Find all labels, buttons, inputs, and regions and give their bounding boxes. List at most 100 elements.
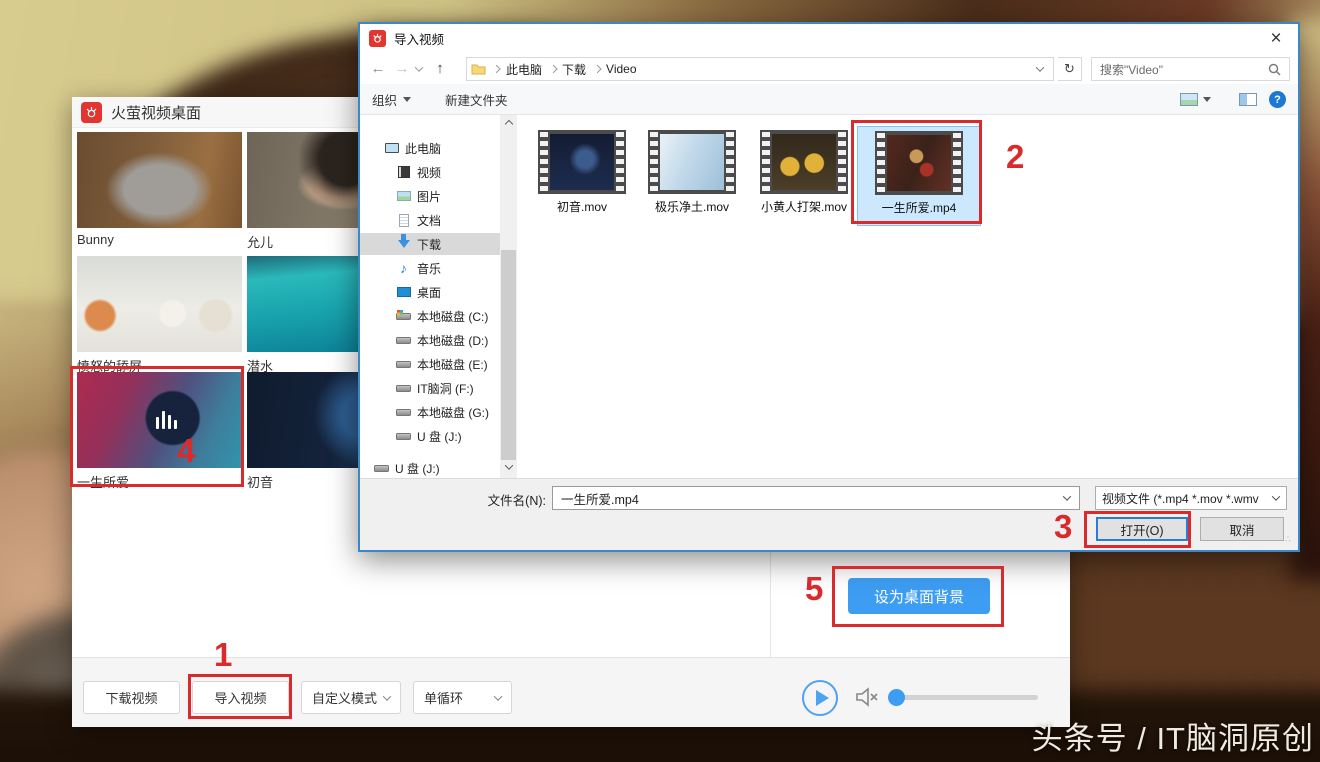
chevron-down-icon <box>383 692 391 700</box>
file-name: 初音.mov <box>557 198 607 215</box>
tree-item-label: 文档 <box>417 212 441 229</box>
tree-item-music[interactable]: ♪ 音乐 <box>360 257 500 279</box>
tree-item-label: 下载 <box>417 236 441 253</box>
recent-locations-icon[interactable] <box>415 63 423 71</box>
desktop-folder-icon <box>397 287 411 297</box>
dialog-titlebar[interactable]: 导入视频 × <box>360 24 1298 53</box>
chevron-down-icon[interactable] <box>1063 492 1071 500</box>
change-view-button[interactable] <box>1180 93 1211 106</box>
gallery-item[interactable]: Bunny <box>77 132 242 247</box>
scroll-up-icon[interactable] <box>504 120 512 128</box>
tree-item-label: IT脑洞 (F:) <box>417 380 474 397</box>
filename-value: 一生所爱.mp4 <box>561 489 639 508</box>
file-item[interactable]: 小黄人打架.mov <box>742 126 866 226</box>
usb-drive-icon <box>374 465 389 472</box>
gallery-item[interactable]: 愤怒的舔屏 <box>77 256 242 375</box>
tree-item-usb-j2[interactable]: U 盘 (J:) <box>360 457 500 478</box>
gallery-thumbnail[interactable] <box>77 256 242 352</box>
scroll-down-icon[interactable] <box>504 461 512 469</box>
play-icon <box>816 690 829 706</box>
video-file-icon <box>648 130 736 194</box>
gallery-thumbnail[interactable] <box>77 132 242 228</box>
tree-item-downloads[interactable]: 下载 <box>360 233 500 255</box>
tree-item-label: U 盘 (J:) <box>395 460 440 477</box>
tree-item-label: 视频 <box>417 164 441 181</box>
video-file-icon <box>760 130 848 194</box>
close-icon[interactable]: × <box>1264 27 1288 51</box>
dialog-nav-bar: ← → ↑ 此电脑 下载 Video ↻ 搜索"Video" <box>360 53 1298 84</box>
help-icon[interactable]: ? <box>1269 91 1286 108</box>
firefly-logo-icon <box>369 30 386 47</box>
drive-icon <box>396 385 411 392</box>
tree-item-usb-j[interactable]: U 盘 (J:) <box>360 425 500 447</box>
resize-grip[interactable]: ∴ <box>1285 537 1295 547</box>
search-placeholder: 搜索"Video" <box>1100 61 1163 78</box>
tree-item-disk-e[interactable]: 本地磁盘 (E:) <box>360 353 500 375</box>
organize-menu[interactable]: 组织 <box>372 90 411 109</box>
drive-icon <box>396 337 411 344</box>
search-input[interactable]: 搜索"Video" <box>1091 57 1290 81</box>
tree-item-label: 本地磁盘 (E:) <box>417 356 488 373</box>
chevron-down-icon <box>494 692 502 700</box>
tree-item-label: 桌面 <box>417 284 441 301</box>
play-button[interactable] <box>802 680 838 716</box>
file-name: 极乐净土.mov <box>655 198 729 215</box>
mute-icon[interactable] <box>854 686 880 708</box>
tree-item-label: 此电脑 <box>405 140 441 157</box>
forward-icon[interactable]: → <box>390 60 414 77</box>
back-icon[interactable]: ← <box>366 60 390 77</box>
gallery-item-label: Bunny <box>77 232 242 247</box>
breadcrumb-this-pc[interactable]: 此电脑 <box>506 61 542 78</box>
filetype-value: 视频文件 (*.mp4 *.mov *.wmv <box>1102 490 1259 507</box>
drive-icon <box>396 361 411 368</box>
breadcrumb-downloads[interactable]: 下载 <box>562 61 586 78</box>
tree-item-pictures[interactable]: 图片 <box>360 185 500 207</box>
tree-item-label: 本地磁盘 (C:) <box>417 308 488 325</box>
folder-icon <box>471 63 486 75</box>
annotation-box-2 <box>851 120 982 224</box>
tree-item-disk-c[interactable]: 本地磁盘 (C:) <box>360 305 500 327</box>
breadcrumb-video[interactable]: Video <box>606 62 636 76</box>
tree-item-this-pc[interactable]: 此电脑 <box>360 137 500 159</box>
annotation-number-3: 3 <box>1054 508 1072 546</box>
breadcrumb[interactable]: 此电脑 下载 Video <box>466 57 1054 81</box>
volume-slider[interactable] <box>890 695 1038 700</box>
tree-item-label: 本地磁盘 (G:) <box>417 404 489 421</box>
cancel-button[interactable]: 取消 <box>1200 517 1284 541</box>
annotation-number-5: 5 <box>805 570 823 608</box>
tree-item-documents[interactable]: 文档 <box>360 209 500 231</box>
chevron-down-icon <box>403 97 411 106</box>
filename-input[interactable]: 一生所爱.mp4 <box>552 486 1080 510</box>
up-icon[interactable]: ↑ <box>428 60 452 77</box>
firefly-logo-icon <box>81 102 102 123</box>
file-item[interactable]: 初音.mov <box>520 126 644 226</box>
tree-item-desktop[interactable]: 桌面 <box>360 281 500 303</box>
preview-pane-icon[interactable] <box>1239 93 1257 106</box>
tree-item-disk-d[interactable]: 本地磁盘 (D:) <box>360 329 500 351</box>
tree-item-disk-g[interactable]: 本地磁盘 (G:) <box>360 401 500 423</box>
search-icon[interactable] <box>1268 63 1281 76</box>
mode-select[interactable]: 自定义模式 <box>301 681 401 714</box>
folder-tree: 此电脑 视频 图片 文档 下载 ♪ 音乐 桌面 本地磁盘 (C:) <box>360 115 500 478</box>
tree-item-disk-f[interactable]: IT脑洞 (F:) <box>360 377 500 399</box>
thumbnail-view-icon <box>1180 93 1198 106</box>
chevron-down-icon <box>1203 97 1211 106</box>
annotation-box-4 <box>70 366 244 487</box>
loop-select[interactable]: 单循环 <box>413 681 512 714</box>
volume-slider-thumb[interactable] <box>888 689 905 706</box>
tree-item-videos[interactable]: 视频 <box>360 161 500 183</box>
annotation-number-4: 4 <box>177 432 195 470</box>
address-dropdown-icon[interactable] <box>1036 63 1044 71</box>
annotation-box-5 <box>832 566 1004 627</box>
video-folder-icon <box>398 166 410 178</box>
filename-label: 文件名(N): <box>360 490 546 509</box>
dialog-toolbar: 组织 新建文件夹 ? <box>360 84 1298 115</box>
computer-icon <box>385 143 399 153</box>
tree-scrollbar-thumb[interactable] <box>501 250 516 460</box>
download-video-button[interactable]: 下载视频 <box>83 681 180 714</box>
refresh-icon[interactable]: ↻ <box>1058 57 1082 81</box>
filetype-select[interactable]: 视频文件 (*.mp4 *.mov *.wmv <box>1095 486 1287 510</box>
chevron-down-icon <box>1272 492 1280 500</box>
new-folder-button[interactable]: 新建文件夹 <box>445 90 508 109</box>
file-item[interactable]: 极乐净土.mov <box>630 126 754 226</box>
